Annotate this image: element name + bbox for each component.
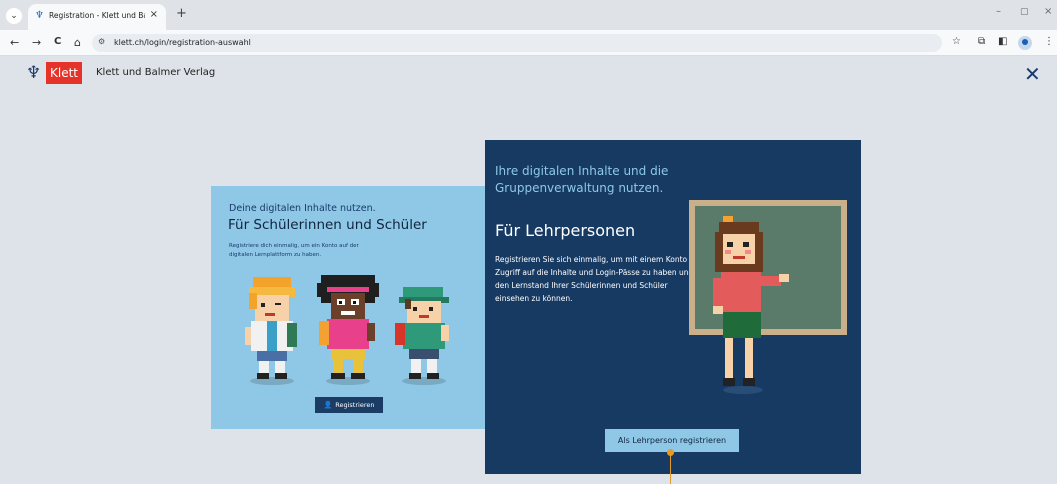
browser-tab[interactable]: ♆ Registration - Klett und Balmer × xyxy=(28,4,166,30)
logo-text: Klett xyxy=(46,62,82,84)
pointer-annotation-line xyxy=(670,452,671,484)
klett-emblem-icon: ♆ xyxy=(26,63,42,83)
forward-button[interactable]: → xyxy=(32,36,41,49)
student-register-button[interactable]: 👤 Registrieren xyxy=(315,397,383,413)
page-content: ♆ Klett Klett und Balmer Verlag ✕ Deine … xyxy=(0,56,1057,484)
tab-title: Registration - Klett und Balmer xyxy=(49,11,145,20)
klett-logo[interactable]: ♆ Klett xyxy=(26,62,82,84)
bookmark-star-icon[interactable]: ☆ xyxy=(952,36,961,47)
address-bar[interactable]: ⚙ klett.ch/login/registration-auswahl xyxy=(92,34,942,52)
teacher-card: Ihre digitalen Inhalte und die Gruppenve… xyxy=(485,140,861,474)
user-group-icon: 👤 xyxy=(323,401,333,409)
klett-favicon-icon: ♆ xyxy=(35,10,44,21)
url-text[interactable]: klett.ch/login/registration-auswahl xyxy=(114,38,251,47)
menu-icon[interactable]: ⋮ xyxy=(1044,36,1054,47)
extensions-icon[interactable]: ⧉ xyxy=(978,36,985,47)
window-close-button[interactable]: × xyxy=(1044,6,1052,17)
teacher-kicker: Ihre digitalen Inhalte und die Gruppenve… xyxy=(495,164,669,195)
student-title: Für Schülerinnen und Schüler xyxy=(228,217,427,233)
browser-toolbar: ← → C ⌂ ⚙ klett.ch/login/registration-au… xyxy=(0,30,1057,56)
side-panel-icon[interactable]: ◧ xyxy=(998,36,1007,47)
close-icon[interactable]: ✕ xyxy=(1024,62,1041,86)
teacher-description: Registrieren Sie sich einmalig, um mit e… xyxy=(495,255,694,303)
student-illustration-cap xyxy=(395,287,449,385)
profile-avatar[interactable] xyxy=(1018,36,1032,50)
teacher-title: Für Lehrpersonen xyxy=(495,221,636,240)
student-kicker: Deine digitalen Inhalte nutzen. xyxy=(229,203,376,214)
student-illustration-blond xyxy=(245,277,297,385)
student-register-label: Registrieren xyxy=(335,401,375,409)
window-maximize-button[interactable]: ▢ xyxy=(1020,7,1029,17)
browser-tab-bar: ⌄ ♆ Registration - Klett und Balmer × + … xyxy=(0,0,1057,30)
back-button[interactable]: ← xyxy=(10,36,19,49)
new-tab-button[interactable]: + xyxy=(176,6,187,21)
student-illustration-headband xyxy=(317,275,379,385)
tab-close-icon[interactable]: × xyxy=(150,9,158,20)
student-description: Registriere dich einmalig, um ein Konto … xyxy=(229,243,359,258)
student-card: Deine digitalen Inhalte nutzen. Für Schü… xyxy=(211,186,486,429)
pointer-annotation-dot xyxy=(667,449,674,456)
site-info-icon[interactable]: ⚙ xyxy=(98,37,105,46)
teacher-illustration xyxy=(713,216,789,394)
home-button[interactable]: ⌂ xyxy=(74,36,81,49)
window-minimize-button[interactable]: – xyxy=(996,6,1001,17)
brand-name: Klett und Balmer Verlag xyxy=(96,67,216,78)
reload-button[interactable]: C xyxy=(54,36,61,47)
tab-search-icon[interactable]: ⌄ xyxy=(6,8,22,24)
